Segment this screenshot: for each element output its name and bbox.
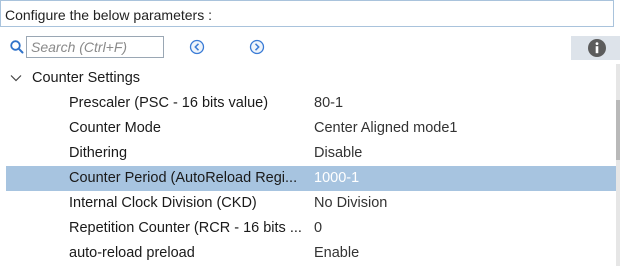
counter-settings-section[interactable]: Counter Settings: [0, 66, 616, 90]
param-name: Internal Clock Division (CKD): [69, 195, 257, 211]
param-name: Counter Mode: [69, 120, 161, 136]
param-value[interactable]: 80-1: [314, 95, 343, 111]
previous-icon[interactable]: [189, 39, 205, 55]
search-input[interactable]: [31, 38, 161, 56]
param-name: Prescaler (PSC - 16 bits value): [69, 95, 269, 111]
search-icon[interactable]: [9, 39, 25, 55]
param-row-prescaler[interactable]: Prescaler (PSC - 16 bits value) 80-1: [6, 91, 616, 116]
param-name: Repetition Counter (RCR - 16 bits ...: [69, 220, 302, 236]
param-row-clock-division[interactable]: Internal Clock Division (CKD) No Divisio…: [6, 191, 616, 216]
next-icon[interactable]: [249, 39, 265, 55]
param-value[interactable]: No Division: [314, 195, 387, 211]
param-row-counter-mode[interactable]: Counter Mode Center Aligned mode1: [6, 116, 616, 141]
toolbar: [0, 30, 620, 64]
param-value[interactable]: 1000-1: [314, 170, 359, 186]
param-row-counter-period[interactable]: Counter Period (AutoReload Regi... 1000-…: [6, 166, 616, 191]
param-row-dithering[interactable]: Dithering Disable: [6, 141, 616, 166]
scrollbar-thumb[interactable]: [616, 100, 620, 160]
param-value[interactable]: Center Aligned mode1: [314, 120, 458, 136]
param-value[interactable]: Enable: [314, 245, 359, 261]
chevron-down-icon[interactable]: [10, 74, 22, 82]
param-value[interactable]: 0: [314, 220, 322, 236]
param-name: Counter Period (AutoReload Regi...: [69, 170, 298, 186]
info-panel: [571, 36, 620, 60]
param-value[interactable]: Disable: [314, 145, 362, 161]
search-field[interactable]: [26, 36, 164, 58]
header-title: Configure the below parameters :: [5, 7, 212, 23]
vertical-scrollbar[interactable]: [616, 64, 620, 266]
param-name: Dithering: [69, 145, 128, 161]
param-row-autoreload-preload[interactable]: auto-reload preload Enable: [6, 241, 616, 266]
section-label: Counter Settings: [32, 70, 141, 86]
info-icon[interactable]: [587, 38, 607, 58]
param-row-repetition-counter[interactable]: Repetition Counter (RCR - 16 bits ... 0: [6, 216, 616, 241]
configure-header: Configure the below parameters :: [0, 0, 614, 27]
param-name: auto-reload preload: [69, 245, 195, 261]
